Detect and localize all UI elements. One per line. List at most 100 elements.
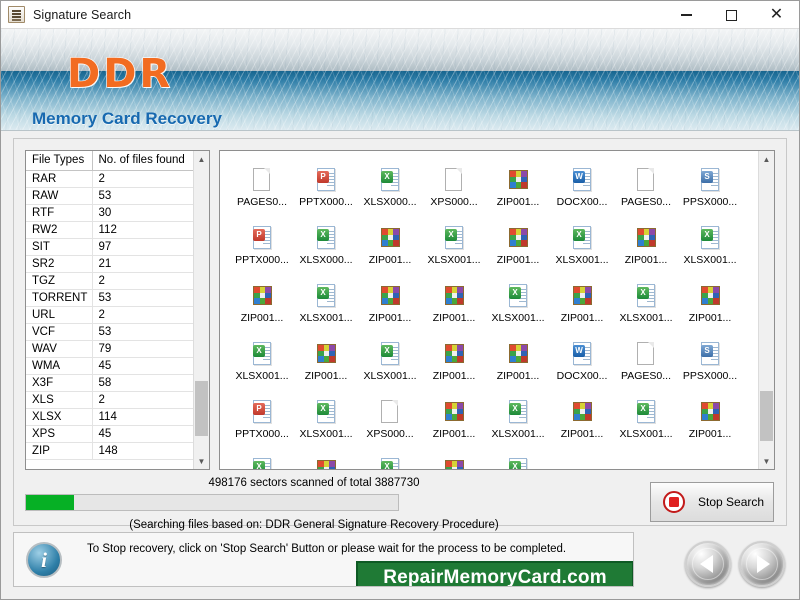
file-grid-item[interactable]: XXLSX001... — [424, 219, 484, 273]
file-grid-item[interactable]: P PPTX000... — [296, 161, 356, 215]
file-grid-item[interactable]: XXLSX000... — [360, 161, 420, 215]
found-files-grid-container: XPS000... ZIP001... X XLSX000... ZIP001... ZI… — [219, 150, 775, 470]
file-grid-item[interactable]: ZIP001... — [552, 277, 612, 331]
file-grid-item[interactable]: P PPTX000... — [232, 219, 292, 273]
minimize-button[interactable] — [664, 1, 709, 29]
scrollbar-thumb[interactable] — [195, 381, 208, 436]
file-grid-item[interactable]: ZIP001... — [488, 219, 548, 273]
file-grid-item[interactable]: XXLSX001... — [488, 277, 548, 331]
table-row[interactable]: TGZ 2 — [26, 272, 193, 290]
file-grid-item[interactable]: XXLSX001... — [616, 393, 676, 447]
file-grid-item[interactable]: S PPSX000... — [680, 161, 740, 215]
scroll-up-icon[interactable]: ▲ — [759, 151, 774, 167]
close-button[interactable]: ✕ — [754, 1, 799, 29]
table-row[interactable]: RAR 2 — [26, 170, 193, 188]
file-grid-item[interactable]: ZIP001... — [296, 335, 356, 389]
table-row[interactable]: X3F 58 — [26, 374, 193, 392]
table-row[interactable]: ZIP 148 — [26, 442, 193, 460]
scroll-down-icon[interactable]: ▼ — [194, 453, 209, 469]
table-row[interactable]: XLS 2 — [26, 391, 193, 409]
file-grid-item[interactable]: ZIP001... — [360, 219, 420, 273]
file-grid-item[interactable]: ZIP001... — [488, 151, 548, 157]
file-grid-item-label: ZIP001... — [496, 254, 540, 266]
file-grid-item[interactable]: XXLSX001... — [488, 393, 548, 447]
file-grid-item[interactable]: XXLSX001... — [296, 277, 356, 331]
table-row[interactable]: RTF 30 — [26, 204, 193, 222]
cell-file-type: XLSX — [26, 408, 93, 426]
zip-archive-icon — [314, 457, 338, 469]
maximize-button[interactable] — [709, 1, 754, 29]
file-grid-item[interactable]: ZIP001... — [552, 393, 612, 447]
file-grid-item[interactable]: XPS000... — [232, 151, 292, 157]
file-types-scrollbar[interactable]: ▲ ▼ — [193, 151, 209, 469]
file-grid-item[interactable]: ZIP001... — [616, 151, 676, 157]
scroll-down-icon[interactable]: ▼ — [759, 453, 774, 469]
file-grid-item-label: XLSX001... — [619, 312, 673, 324]
file-grid-item[interactable]: PAGES0... — [616, 335, 676, 389]
file-grid-item-label: XLSX001... — [427, 254, 481, 266]
brand-banner[interactable]: RepairMemoryCard.com — [356, 561, 633, 586]
table-row[interactable]: XLSX 114 — [26, 408, 193, 426]
file-grid-item[interactable]: ZIP001... — [296, 451, 356, 469]
scrollbar-thumb[interactable] — [760, 391, 773, 441]
back-button[interactable] — [685, 541, 731, 587]
file-grid-item-label: PPTX000... — [235, 254, 289, 266]
file-grid-item[interactable]: XXLSX001... — [232, 335, 292, 389]
file-grid-item[interactable]: XXLSX001... — [488, 451, 548, 469]
file-grid-item[interactable]: PAGES0... — [616, 161, 676, 215]
file-grid-item[interactable]: WDOCX00... — [552, 161, 612, 215]
file-grid-item[interactable]: ZIP001... — [680, 277, 740, 331]
file-grid-item[interactable]: XXLSX001... — [616, 277, 676, 331]
table-row[interactable]: TORRENT 53 — [26, 289, 193, 307]
file-grid-item[interactable]: ZIP001... — [680, 393, 740, 447]
file-grid-item[interactable]: WDOCX00... — [680, 151, 740, 157]
file-grid-item[interactable]: XXLSX000... — [552, 151, 612, 157]
banner-subtitle: Memory Card Recovery — [32, 109, 222, 128]
next-button[interactable] — [739, 541, 785, 587]
file-grid-item[interactable]: ZIP001... — [424, 451, 484, 469]
found-files-scrollbar[interactable]: ▲ ▼ — [758, 151, 774, 469]
file-grid-item[interactable]: XXLSX001... — [552, 219, 612, 273]
file-grid-item[interactable]: XXLSX000... — [296, 219, 356, 273]
file-grid-item[interactable]: ZIP001... — [424, 151, 484, 157]
cell-file-type: XPS — [26, 425, 93, 443]
file-grid-item[interactable]: ZIP001... — [232, 277, 292, 331]
file-grid-item[interactable]: XPS000... — [424, 161, 484, 215]
file-grid-item[interactable]: ZIP001... — [296, 151, 356, 157]
file-grid-item-label: DOCX00... — [556, 370, 608, 382]
file-grid-item[interactable]: ZIP001... — [424, 393, 484, 447]
table-row[interactable]: SR2 21 — [26, 255, 193, 273]
file-grid-item[interactable]: P PPTX000... — [232, 393, 292, 447]
stop-search-button[interactable]: Stop Search — [650, 482, 774, 522]
cell-file-count: 58 — [92, 374, 193, 392]
file-grid-item[interactable]: XXLSX001... — [360, 335, 420, 389]
powerpoint-file-icon: P — [250, 225, 274, 251]
table-row[interactable]: WAV 79 — [26, 340, 193, 358]
file-grid-item[interactable]: XPS000... — [360, 393, 420, 447]
table-row[interactable]: URL 2 — [26, 306, 193, 324]
file-grid-item[interactable]: XXLSX001... — [360, 451, 420, 469]
file-grid-item[interactable]: XXLSX001... — [296, 393, 356, 447]
file-grid-item[interactable]: XXLSX000... — [360, 151, 420, 157]
stop-search-label: Stop Search — [698, 495, 765, 509]
file-grid-item[interactable]: XXLSX001... — [232, 451, 292, 469]
file-grid-item[interactable]: XXLSX001... — [680, 219, 740, 273]
zip-archive-icon — [314, 341, 338, 367]
scroll-up-icon[interactable]: ▲ — [194, 151, 209, 167]
file-grid-item[interactable]: S PPSX000... — [680, 335, 740, 389]
file-grid-item[interactable]: PAGES0... — [232, 161, 292, 215]
table-row[interactable]: WMA 45 — [26, 357, 193, 375]
file-grid-item[interactable]: WDOCX00... — [552, 335, 612, 389]
file-grid-item[interactable]: ZIP001... — [424, 277, 484, 331]
table-row[interactable]: RW2 112 — [26, 221, 193, 239]
file-grid-item[interactable]: ZIP001... — [424, 335, 484, 389]
ddr-logo: DDR — [66, 50, 174, 97]
table-row[interactable]: VCF 53 — [26, 323, 193, 341]
file-grid-item[interactable]: ZIP001... — [616, 219, 676, 273]
table-row[interactable]: RAW 53 — [26, 187, 193, 205]
table-row[interactable]: SIT 97 — [26, 238, 193, 256]
file-grid-item[interactable]: ZIP001... — [488, 335, 548, 389]
table-row[interactable]: XPS 45 — [26, 425, 193, 443]
file-grid-item[interactable]: ZIP001... — [488, 161, 548, 215]
file-grid-item[interactable]: ZIP001... — [360, 277, 420, 331]
